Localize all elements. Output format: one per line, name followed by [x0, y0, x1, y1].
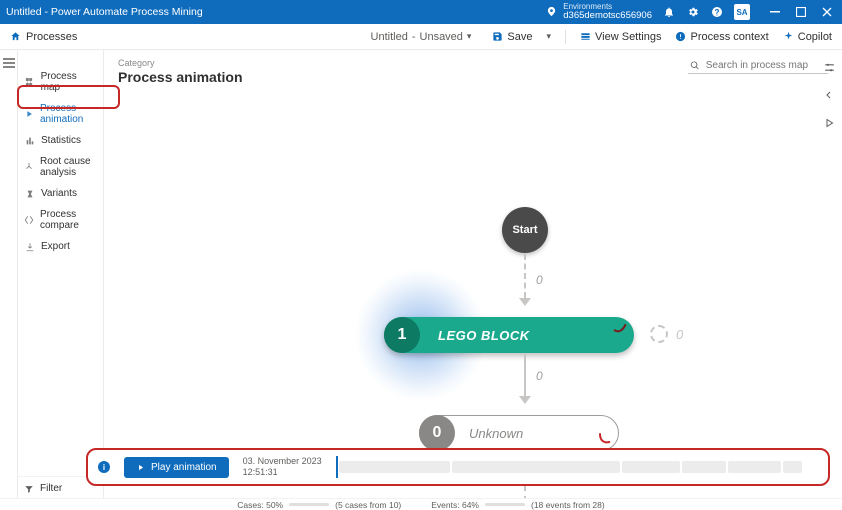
play-animation-button[interactable]: Play animation — [124, 457, 229, 478]
timeline-segment — [728, 461, 781, 473]
doc-state: Unsaved — [420, 31, 463, 43]
nav-statistics[interactable]: Statistics — [18, 130, 103, 151]
events-stat: Events: 64% (18 events from 28) — [431, 500, 604, 510]
notifications-icon[interactable] — [662, 5, 676, 19]
context-icon — [675, 31, 686, 42]
save-button[interactable]: Save — [492, 31, 532, 43]
loop-icon — [650, 325, 668, 343]
nav-process-compare[interactable]: Process compare — [18, 204, 103, 236]
save-chevron-icon[interactable]: ▾ — [547, 31, 552, 42]
arrowhead-icon — [519, 396, 531, 404]
edge-start-lego — [524, 254, 526, 298]
home-breadcrumb[interactable]: Processes — [10, 31, 77, 43]
nav-process-animation[interactable]: Process animation — [18, 98, 103, 130]
play-icon — [24, 109, 34, 119]
left-rail — [0, 50, 18, 498]
arrowhead-icon — [519, 298, 531, 306]
title-bar: Untitled - Power Automate Process Mining… — [0, 0, 842, 24]
hamburger-icon[interactable] — [3, 58, 15, 68]
environment-picker[interactable]: Environments d365demotsc656906 — [545, 3, 652, 21]
lego-label: LEGO BLOCK — [438, 328, 530, 343]
close-button[interactable] — [818, 3, 836, 21]
unknown-label: Unknown — [469, 426, 523, 441]
lego-count: 1 — [384, 317, 420, 353]
command-bar: Processes Untitled - Unsaved ▾ Save ▾ Vi… — [0, 24, 842, 50]
cases-stat: Cases: 50% (5 cases from 10) — [237, 500, 401, 510]
status-bar: Cases: 50% (5 cases from 10) Events: 64%… — [0, 498, 842, 510]
lego-indicator-icon — [612, 321, 628, 337]
minimize-button[interactable] — [766, 3, 784, 21]
environment-label: Environments — [563, 3, 652, 11]
timeline-segment — [682, 461, 725, 473]
sliders-icon[interactable] — [822, 60, 836, 74]
stats-icon — [24, 136, 35, 146]
view-icon — [580, 31, 591, 42]
search-box[interactable] — [688, 58, 828, 74]
app-title: Untitled - Power Automate Process Mining — [6, 6, 203, 18]
search-icon — [690, 60, 700, 71]
search-input[interactable] — [706, 60, 826, 71]
environment-name: d365demotsc656906 — [563, 11, 652, 21]
root-icon — [24, 162, 34, 172]
nav-export[interactable]: Export — [18, 236, 103, 257]
timeline-segment — [783, 461, 802, 473]
edge-count-2: 0 — [536, 369, 543, 383]
unknown-indicator-icon — [596, 430, 612, 446]
info-icon[interactable]: i — [98, 461, 110, 473]
timeline-segment — [452, 461, 621, 473]
save-icon — [492, 31, 503, 42]
help-icon[interactable] — [710, 5, 724, 19]
animation-timestamp: 03. November 2023 12:51:31 — [243, 456, 322, 478]
doc-name: Untitled — [371, 31, 408, 43]
self-loop-count: 0 — [650, 325, 683, 343]
view-settings-button[interactable]: View Settings — [580, 31, 661, 43]
home-icon — [10, 31, 21, 42]
page-title: Process animation — [118, 69, 243, 85]
nav-process-map[interactable]: Process map — [18, 66, 103, 98]
unknown-count: 0 — [419, 415, 455, 451]
process-diagram[interactable]: Start 0 1 LEGO BLOCK 0 0 0 — [104, 89, 842, 498]
edge-count-1: 0 — [536, 273, 543, 287]
nav-variants[interactable]: Variants — [18, 183, 103, 204]
unknown-activity[interactable]: 0 Unknown — [419, 415, 619, 451]
variants-icon — [24, 189, 35, 199]
maximize-button[interactable] — [792, 3, 810, 21]
user-avatar[interactable]: SA — [734, 4, 750, 20]
environment-icon — [545, 6, 557, 17]
edge-lego-unk — [524, 354, 526, 396]
animation-timeline[interactable] — [336, 458, 818, 476]
compare-icon — [24, 215, 34, 225]
chevron-down-icon[interactable]: ▾ — [467, 31, 472, 42]
nav-root-cause[interactable]: Root cause analysis — [18, 151, 103, 183]
lego-activity[interactable]: 1 LEGO BLOCK — [384, 317, 634, 353]
timeline-segment — [339, 461, 450, 473]
process-context-button[interactable]: Process context — [675, 31, 768, 43]
side-nav: Process map Process animation Statistics… — [18, 50, 104, 498]
copilot-button[interactable]: Copilot — [783, 31, 832, 43]
timeline-cursor[interactable] — [336, 456, 338, 478]
start-node[interactable]: Start — [502, 207, 548, 253]
settings-icon[interactable] — [686, 5, 700, 19]
breadcrumb-label: Processes — [26, 31, 77, 43]
export-icon — [24, 242, 35, 252]
copilot-icon — [783, 31, 794, 42]
play-icon — [136, 463, 145, 472]
filter-icon — [24, 484, 34, 494]
canvas: Category Process animation Start 0 1 — [104, 50, 842, 498]
timeline-segment — [622, 461, 680, 473]
animation-play-bar-highlight: i Play animation 03. November 2023 12:51… — [86, 448, 830, 486]
category-label: Category — [118, 58, 243, 68]
map-icon — [24, 77, 35, 87]
